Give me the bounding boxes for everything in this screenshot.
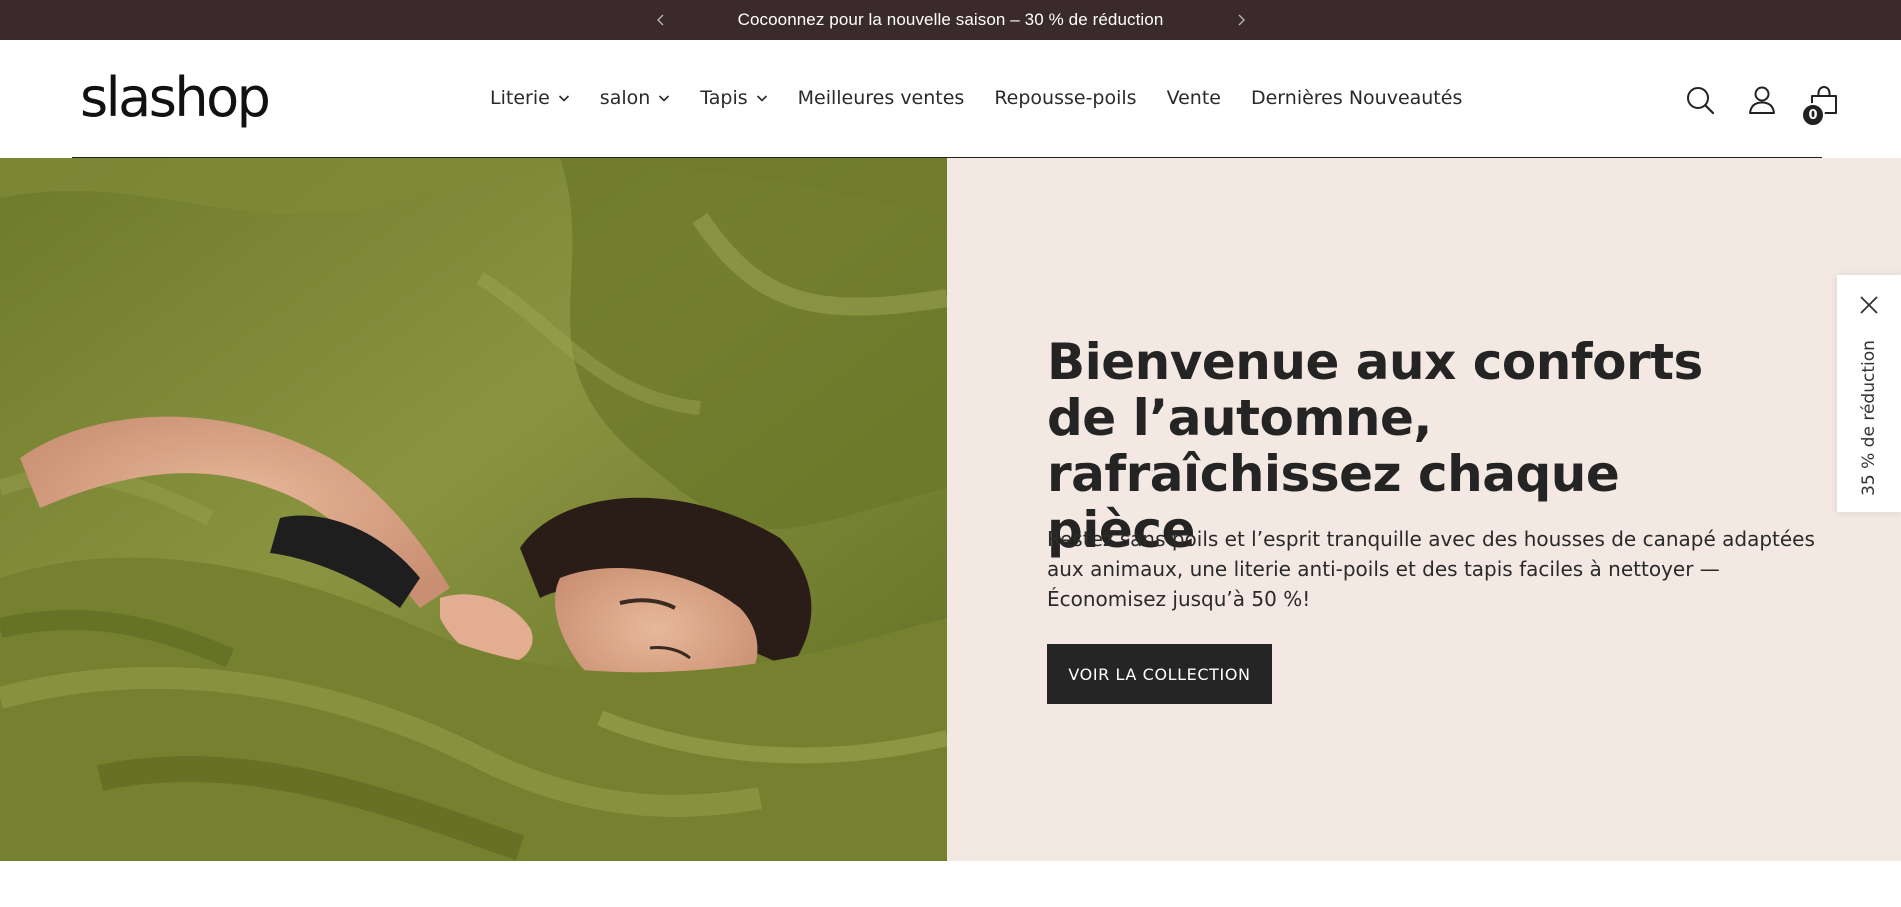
nav-item-vente[interactable]: Vente	[1167, 87, 1221, 109]
chevron-down-icon	[558, 92, 570, 104]
close-discount-tab-button[interactable]	[1857, 293, 1881, 317]
close-icon	[1860, 296, 1878, 314]
hero-section: Bienvenue aux conforts de l’automne, raf…	[0, 158, 1901, 861]
nav-item-literie[interactable]: Literie	[490, 87, 570, 109]
hero-image	[0, 158, 947, 861]
logo-text: slashop	[80, 65, 271, 129]
nav-item-label: Vente	[1166, 87, 1221, 109]
nav-item-dernieres-nouveautes[interactable]: Dernières Nouveautés	[1251, 87, 1462, 109]
nav-item-label: Tapis	[700, 87, 748, 109]
chevron-down-icon	[658, 92, 670, 104]
bedding-photo	[0, 158, 947, 861]
site-logo[interactable]: slashop	[80, 62, 271, 132]
view-collection-button[interactable]: VOIR LA COLLECTION	[1047, 644, 1272, 704]
nav-item-meilleures-ventes[interactable]: Meilleures ventes	[798, 87, 965, 109]
main-nav: Literie salon Tapis Meilleures ventes Re…	[490, 78, 1492, 118]
nav-item-label: Repousse-poils	[994, 87, 1137, 109]
search-icon	[1687, 87, 1715, 115]
nav-item-label: Literie	[490, 87, 550, 109]
nav-item-tapis[interactable]: Tapis	[700, 87, 767, 109]
discount-tab-label[interactable]: 35 % de réduction	[1859, 340, 1879, 496]
header-actions: 0	[1683, 78, 1841, 127]
cart-count-badge: 0	[1801, 103, 1825, 127]
chevron-left-icon	[656, 14, 663, 26]
search-button[interactable]	[1683, 83, 1717, 117]
chevron-right-icon	[1238, 14, 1245, 26]
announcement-text: Cocoonnez pour la nouvelle saison – 30 %…	[737, 10, 1164, 29]
nav-item-salon[interactable]: salon	[600, 87, 671, 109]
announcement-prev-button[interactable]	[641, 0, 681, 40]
hero-description: Restez sans poils et l’esprit tranquille…	[1047, 527, 1815, 611]
nav-item-label: salon	[599, 87, 651, 109]
hero-content-panel: Bienvenue aux conforts de l’automne, raf…	[947, 158, 1901, 861]
announcement-next-button[interactable]	[1221, 0, 1261, 40]
discount-side-tab[interactable]: 35 % de réduction	[1837, 275, 1901, 512]
account-button[interactable]	[1745, 83, 1779, 117]
nav-item-label: Meilleures ventes	[797, 87, 965, 109]
cart-button[interactable]: 0	[1801, 83, 1841, 127]
chevron-down-icon	[756, 92, 768, 104]
nav-item-repousse-poils[interactable]: Repousse-poils	[994, 87, 1136, 109]
account-icon	[1749, 86, 1775, 114]
nav-item-label: Dernières Nouveautés	[1250, 87, 1463, 109]
announcement-bar: Cocoonnez pour la nouvelle saison – 30 %…	[0, 0, 1901, 40]
